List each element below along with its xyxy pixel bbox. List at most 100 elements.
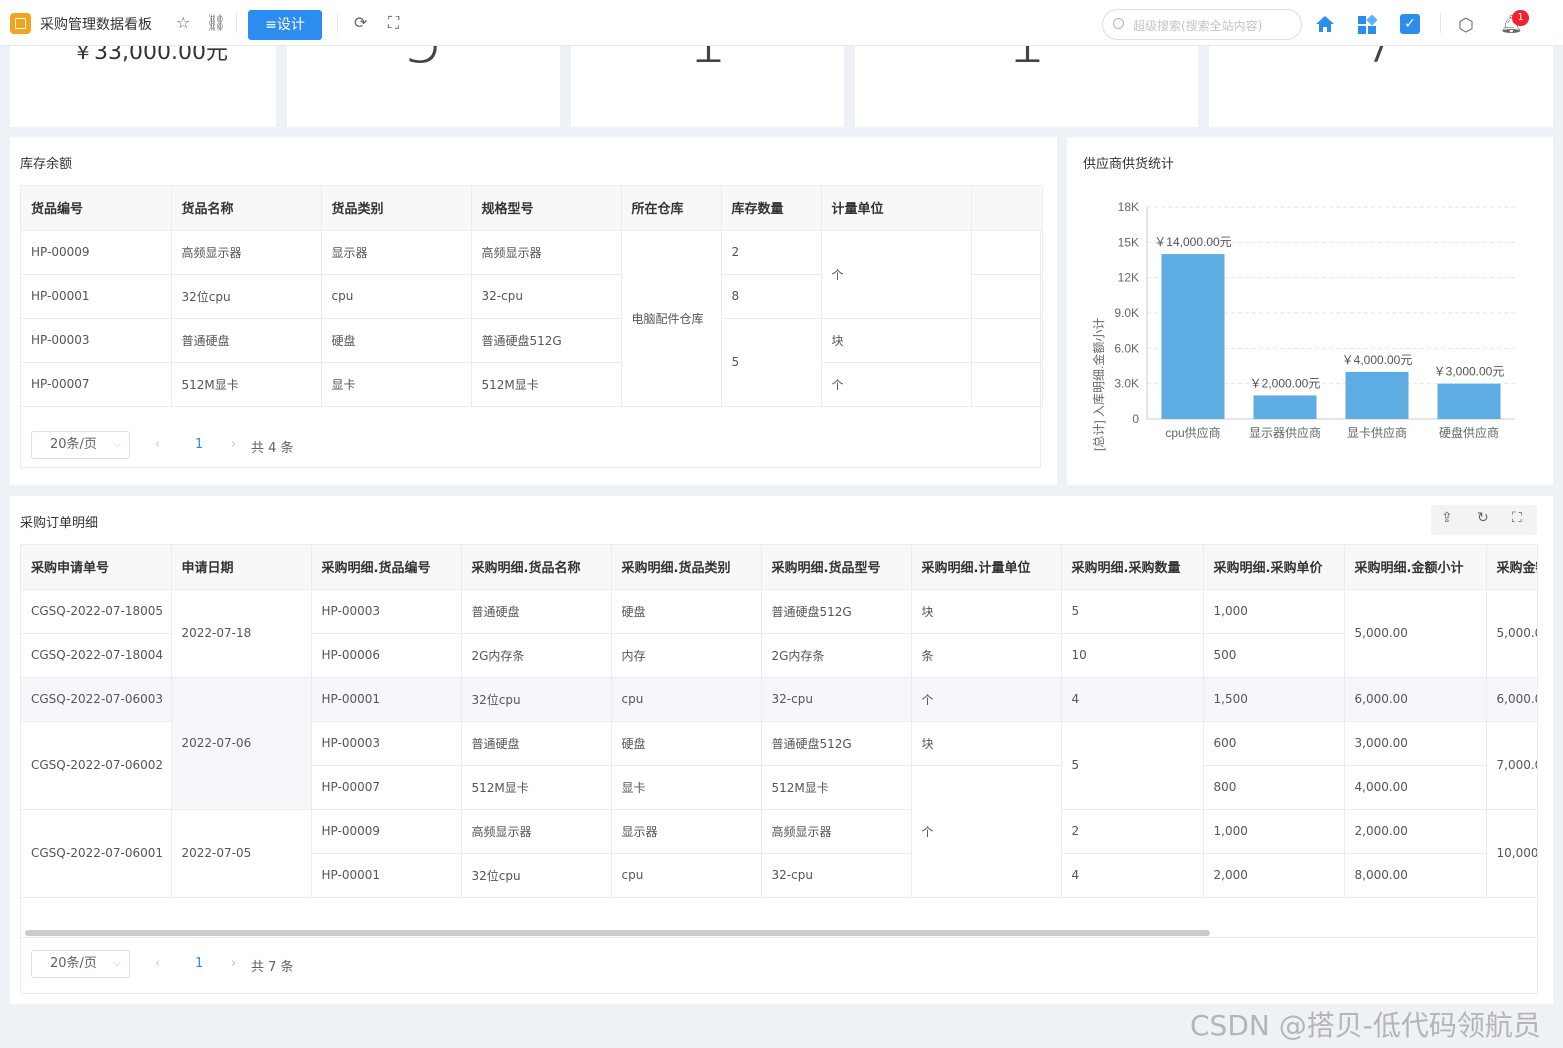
cell: 4 bbox=[1061, 677, 1204, 722]
cell: 6,000.00 bbox=[1486, 677, 1537, 722]
column-header[interactable]: 采购金额 bbox=[1486, 545, 1537, 590]
chart-y-tick-label: 0 bbox=[1132, 412, 1139, 426]
table-row[interactable]: HP-00007 512M显卡 显卡 512M显卡 个 bbox=[21, 362, 1043, 407]
column-header[interactable]: 库存数量 bbox=[721, 186, 822, 231]
fullscreen-icon[interactable]: ⛶ bbox=[388, 14, 399, 32]
column-header[interactable]: 采购明细.货品型号 bbox=[761, 545, 912, 590]
search-icon bbox=[1113, 18, 1124, 29]
cell-date: 2022-07-06 bbox=[171, 677, 312, 810]
cell: 个 bbox=[821, 362, 972, 407]
todo-check-icon[interactable]: ✓ bbox=[1400, 14, 1420, 34]
cell: 5,000.00 bbox=[1486, 589, 1537, 678]
column-header[interactable]: 采购明细.金额小计 bbox=[1344, 545, 1487, 590]
global-search-box[interactable]: 超级搜索(搜索全站内容) bbox=[1102, 9, 1302, 40]
column-header[interactable]: 采购明细.采购数量 bbox=[1061, 545, 1204, 590]
page-size-value: 20条/页 bbox=[50, 437, 97, 452]
table-row[interactable]: CGSQ-2022-07-06001 2022-07-05 HP-00009 高… bbox=[21, 809, 1537, 898]
chart-y-tick-label: 18K bbox=[1118, 200, 1139, 214]
cell: HP-00001 bbox=[21, 274, 172, 319]
export-icon[interactable]: ⇪ bbox=[1441, 510, 1453, 526]
column-header[interactable]: 规格型号 bbox=[471, 186, 622, 231]
chart-y-tick-label: 3.0K bbox=[1114, 377, 1139, 391]
page-number[interactable]: 1 bbox=[195, 956, 203, 971]
column-header[interactable]: 所在仓库 bbox=[621, 186, 722, 231]
star-icon[interactable]: ☆ bbox=[176, 14, 190, 32]
cell: cpu bbox=[611, 853, 762, 898]
cell: cpu bbox=[611, 677, 762, 722]
table-row[interactable]: CGSQ-2022-07-06003 2022-07-06 HP-00001 3… bbox=[21, 677, 1537, 810]
column-header[interactable]: 货品类别 bbox=[321, 186, 472, 231]
column-header[interactable]: 采购明细.采购单价 bbox=[1203, 545, 1345, 590]
cell: 5 bbox=[1061, 589, 1204, 634]
cell: 块 bbox=[911, 721, 1062, 766]
column-header[interactable]: 采购申请单号 bbox=[21, 545, 172, 590]
chart-ylabel: [总计] 入库明细.金额小计 bbox=[1091, 318, 1106, 451]
cell: 32-cpu bbox=[471, 274, 622, 319]
fullscreen-icon[interactable]: ⛶ bbox=[1512, 510, 1522, 526]
refresh-icon[interactable]: ↻ bbox=[1477, 510, 1489, 526]
chart-y-tick-label: 12K bbox=[1118, 271, 1139, 285]
column-header[interactable]: 申请日期 bbox=[171, 545, 312, 590]
cell: 500 bbox=[1203, 633, 1345, 678]
cell: 8,000.00 bbox=[1344, 853, 1487, 898]
cell: 4,000.00 bbox=[1344, 765, 1487, 810]
column-header[interactable]: 计量单位 bbox=[821, 186, 972, 231]
chart-y-tick-label: 9.0K bbox=[1114, 306, 1139, 320]
cell-warehouse: 电脑配件仓库 bbox=[621, 230, 722, 407]
next-page-icon[interactable]: › bbox=[231, 437, 236, 452]
cell: 800 bbox=[1203, 765, 1345, 810]
design-button[interactable]: ≡设计 bbox=[248, 10, 322, 40]
column-header[interactable]: 采购明细.货品编号 bbox=[311, 545, 462, 590]
home-icon[interactable] bbox=[1315, 15, 1335, 33]
cell: 2 bbox=[721, 230, 822, 275]
cell: 高频显示器 bbox=[171, 230, 322, 275]
link-icon[interactable]: ⛓ bbox=[206, 14, 226, 32]
cell: 普通硬盘 bbox=[461, 721, 612, 766]
orders-table-wrap: 采购申请单号 申请日期 采购明细.货品编号 采购明细.货品名称 采购明细.货品类… bbox=[20, 544, 1538, 994]
horizontal-scrollbar-thumb[interactable] bbox=[25, 930, 1210, 936]
chart-bar bbox=[1437, 383, 1501, 419]
table-row[interactable]: CGSQ-2022-07-18005 2022-07-18 HP-00003 普… bbox=[21, 589, 1537, 678]
cell-order-no: CGSQ-2022-07-18004 bbox=[21, 633, 172, 678]
refresh-icon[interactable]: ⟳ bbox=[354, 14, 367, 32]
apps-icon[interactable] bbox=[1357, 15, 1377, 35]
column-header[interactable]: 采购明细.计量单位 bbox=[911, 545, 1062, 590]
chevron-down-icon: ⌵ bbox=[113, 439, 121, 450]
cell: 7,000.00 bbox=[1486, 721, 1537, 810]
cell: 显示器 bbox=[611, 809, 762, 854]
chart-bar bbox=[1253, 395, 1317, 419]
cell: 3,000.00 bbox=[1344, 721, 1487, 766]
table-header-row: 采购申请单号 申请日期 采购明细.货品编号 采购明细.货品名称 采购明细.货品类… bbox=[21, 545, 1537, 590]
column-header[interactable]: 采购明细.货品类别 bbox=[611, 545, 762, 590]
column-header[interactable]: 货品编号 bbox=[21, 186, 172, 231]
table-row[interactable]: HP-00003 普通硬盘 硬盘 普通硬盘512G 5 块 bbox=[21, 318, 1043, 407]
cell: cpu bbox=[321, 274, 472, 319]
cell: HP-00001 bbox=[311, 677, 462, 722]
cell: 512M显卡 bbox=[761, 765, 912, 810]
page-number[interactable]: 1 bbox=[195, 437, 203, 452]
app-title: 采购管理数据看板 bbox=[40, 17, 152, 33]
column-header-empty bbox=[971, 186, 1043, 231]
cell-order-no: CGSQ-2022-07-18005 bbox=[21, 589, 172, 634]
kpi-value: 1 bbox=[571, 46, 844, 78]
page-size-select[interactable]: 20条/页 ⌵ bbox=[31, 431, 130, 459]
cell: 2,000 bbox=[1203, 853, 1345, 898]
column-header[interactable]: 货品名称 bbox=[171, 186, 322, 231]
cell: 显卡 bbox=[321, 362, 472, 407]
cell: 条 bbox=[911, 633, 1062, 678]
prev-page-icon[interactable]: ‹ bbox=[155, 956, 160, 971]
cell: HP-00009 bbox=[311, 809, 462, 854]
total-count: 共 4 条 bbox=[251, 441, 294, 456]
next-page-icon[interactable]: › bbox=[231, 956, 236, 971]
column-header[interactable]: 采购明细.货品名称 bbox=[461, 545, 612, 590]
cell: HP-00007 bbox=[311, 765, 462, 810]
cell: 块 bbox=[911, 589, 1062, 634]
table-row[interactable]: HP-00009 高频显示器 显示器 高频显示器 电脑配件仓库 2 个 bbox=[21, 230, 1043, 407]
settings-hex-icon[interactable]: ⬡ bbox=[1458, 15, 1474, 36]
prev-page-icon[interactable]: ‹ bbox=[155, 437, 160, 452]
cell: 2G内存条 bbox=[461, 633, 612, 678]
cell: 32位cpu bbox=[171, 274, 322, 319]
orders-title: 采购订单明细 bbox=[20, 516, 99, 531]
page-size-select[interactable]: 20条/页 ⌵ bbox=[31, 950, 130, 978]
cell: 512M显卡 bbox=[171, 362, 322, 407]
